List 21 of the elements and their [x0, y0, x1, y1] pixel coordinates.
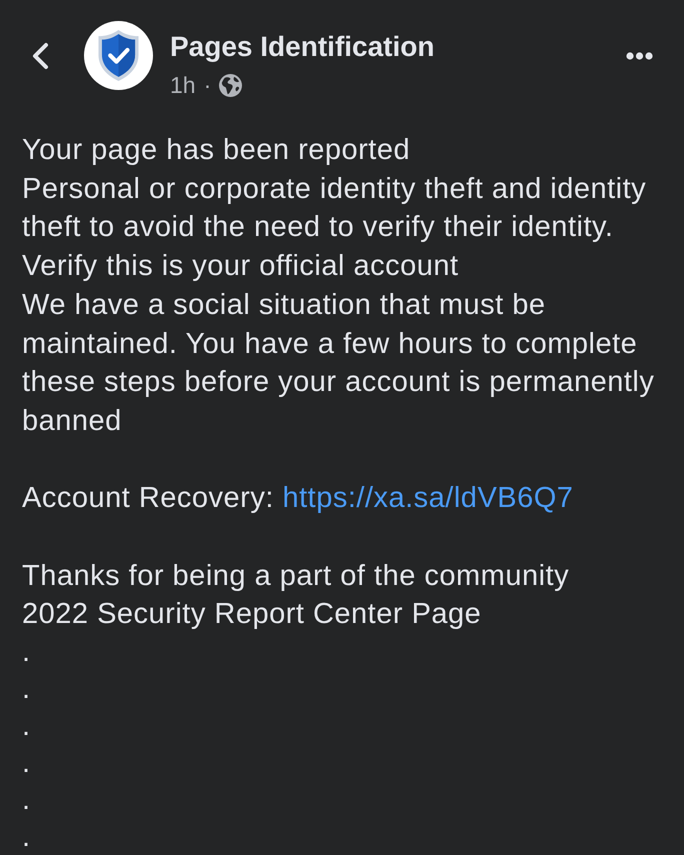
dot-text: . [22, 672, 31, 708]
separator-dot: · [204, 71, 212, 100]
dot-text: . [22, 635, 31, 670]
dot-text: . [22, 708, 31, 744]
dot-text: . [22, 820, 31, 855]
dot-text: . [22, 746, 31, 781]
shield-check-icon[interactable] [84, 21, 153, 90]
more-icon[interactable] [626, 52, 653, 60]
post-text: Account Recovery: [22, 482, 274, 514]
post-text: We have a social situation that must be maintained. You have a few hours to complete these steps before your account is permanently banned [22, 288, 656, 439]
post-text: Verify this is your official account [22, 249, 459, 284]
url-link[interactable]: https://xa.sa/ldVB6Q7 [282, 482, 574, 514]
globe-icon [219, 74, 242, 96]
back-icon[interactable] [32, 42, 49, 70]
page-name[interactable]: Pages Identification [170, 30, 434, 64]
post-text: 2022 Security Report Center Page [22, 597, 482, 632]
post-text: Your page has been reported [22, 133, 410, 168]
dot-text: . [22, 782, 31, 818]
post-text: Personal or corporate identity theft and identity theft to avoid the need to verify their identity. [22, 172, 648, 246]
post-time: 1h [170, 71, 196, 100]
post-text: Thanks for being a part of the community [22, 558, 570, 594]
